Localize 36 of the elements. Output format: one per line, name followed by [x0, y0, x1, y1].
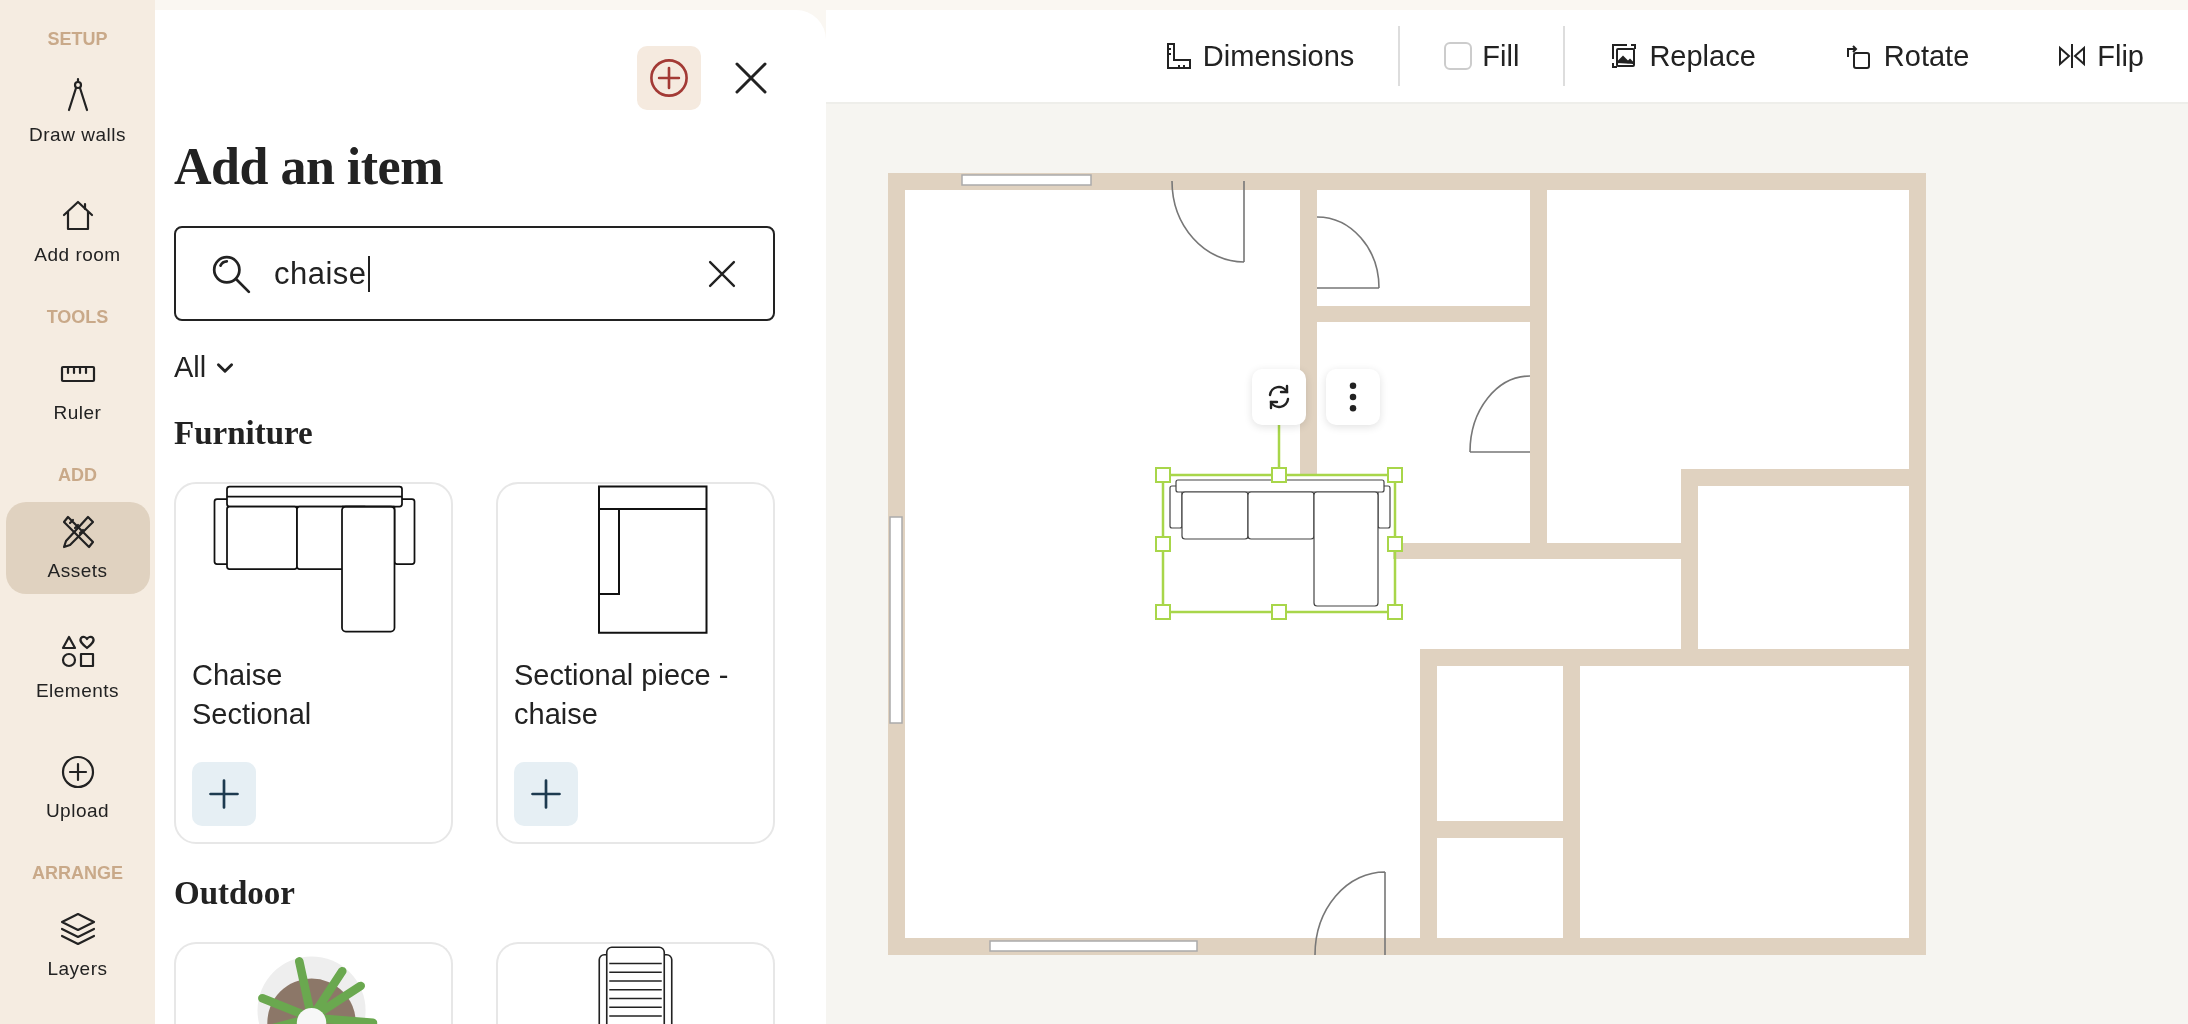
sidebar-item[interactable]: Add room — [5, 186, 150, 278]
section-label: SETUP — [47, 28, 108, 50]
toolbar-button[interactable]: Rotate — [1799, 26, 2014, 86]
plus-circle-icon — [647, 56, 691, 100]
toolbar-button[interactable]: Flip — [2013, 26, 2188, 86]
plus-icon — [528, 776, 564, 812]
add-item-button[interactable] — [514, 762, 578, 826]
sidebar-item[interactable]: Elements — [5, 622, 150, 714]
fill-checkbox[interactable]: Fill — [1400, 26, 1564, 86]
item-name: Chaise Sectional — [192, 658, 313, 732]
sidebar-item[interactable]: Draw walls — [5, 66, 150, 158]
add-button[interactable] — [637, 46, 701, 110]
search-field[interactable]: chaise — [174, 226, 775, 321]
item-card[interactable]: Chaise Sectional — [174, 482, 453, 844]
category-title: Furniture — [174, 414, 314, 452]
sidebar-item[interactable]: Layers — [5, 900, 150, 992]
flip-icon — [2057, 41, 2088, 71]
section-label: ARRANGE — [32, 862, 123, 884]
toolbar-button[interactable]: Replace — [1565, 26, 1800, 86]
sidebar-item[interactable]: Ruler — [5, 344, 150, 436]
item-card[interactable]: Sectional piece - chaise — [496, 482, 775, 844]
sidebar-item[interactable]: Upload — [5, 742, 150, 834]
category-title: Outdoor — [174, 874, 296, 912]
sidebar-item[interactable]: Assets — [5, 502, 150, 594]
plus-icon — [206, 776, 242, 812]
item-name: Sectional piece - chaise — [514, 658, 729, 732]
panel-title: Add an item — [174, 138, 444, 196]
toolbar-button[interactable]: Dimensions — [1118, 26, 1399, 86]
filter-dropdown[interactable]: All — [174, 351, 237, 384]
add-item-button[interactable] — [192, 762, 256, 826]
item-card[interactable] — [496, 942, 775, 1024]
more-options-button[interactable] — [1326, 369, 1380, 425]
section-label: TOOLS — [46, 306, 109, 328]
section-label: ADD — [58, 464, 97, 486]
rotate-button[interactable] — [1252, 369, 1306, 425]
more-dots-icon — [1349, 382, 1357, 412]
